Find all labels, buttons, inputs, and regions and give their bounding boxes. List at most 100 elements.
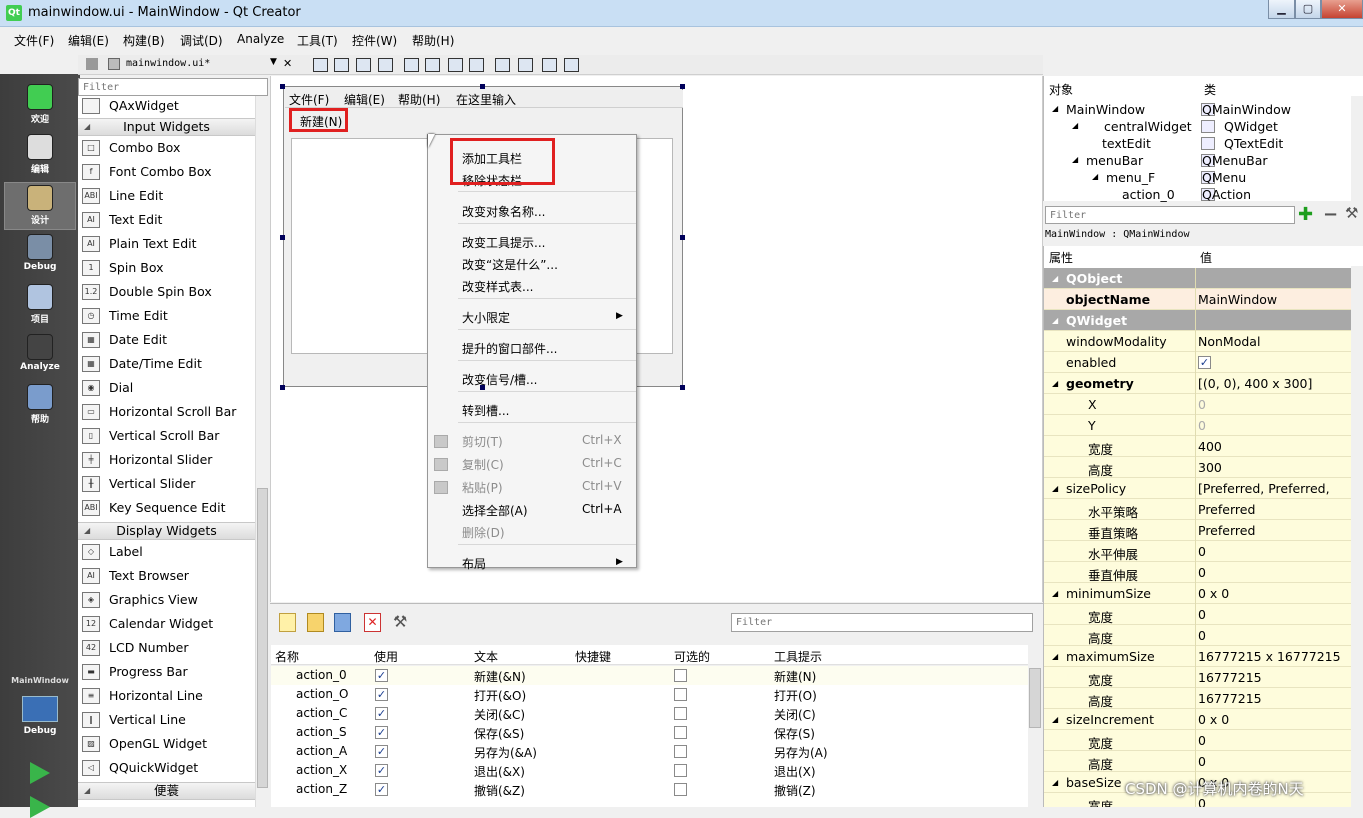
layout-vertical-icon[interactable] [425,58,440,72]
open-action-icon[interactable] [307,613,324,632]
used-checkbox[interactable]: ✓ [375,745,388,758]
category-misc[interactable]: 便蓑 [78,782,255,800]
checkable-checkbox[interactable] [674,726,687,739]
property-row[interactable]: 垂直策略 Preferred [1044,520,1352,541]
column-header[interactable]: 值 [1200,249,1212,266]
property-value[interactable]: 0 [1198,628,1206,643]
menu-item[interactable]: 帮助(H) [412,32,454,49]
edit-taborder-icon[interactable] [378,58,393,72]
property-value[interactable]: 0 [1198,754,1206,769]
property-row[interactable]: 高度 0 [1044,751,1352,772]
expand-arrow-icon[interactable]: ◢ [1092,172,1098,181]
add-property-icon[interactable]: ✚ [1298,204,1313,225]
property-row[interactable]: 水平策略 Preferred [1044,499,1352,520]
property-value[interactable]: Preferred [1198,502,1255,517]
widget-item[interactable]: ≡ Horizontal Line [78,684,255,708]
expand-arrow-icon[interactable]: ◢ [1052,778,1058,787]
menu-item[interactable]: 编辑(E) [68,32,109,49]
column-header[interactable]: 文本 [474,648,498,665]
table-row[interactable]: action_C ✓ 关闭(&C) 关闭(C) [271,704,1028,723]
menu-item[interactable]: 文件(F) [14,32,54,49]
menu-item[interactable]: 工具(T) [297,32,338,49]
object-tree-row[interactable]: action_0 QAction [1044,186,1349,203]
property-value[interactable]: 0 [1198,397,1206,412]
wrench-icon[interactable]: ⚒ [1345,204,1358,222]
layout-splitter-h-icon[interactable] [448,58,463,72]
widget-item[interactable]: ▨ OpenGL Widget [78,732,255,756]
form-menu-item[interactable]: 帮助(H) [398,91,440,108]
used-checkbox[interactable]: ✓ [375,688,388,701]
resize-handle[interactable] [680,235,685,240]
property-row[interactable]: 垂直伸展 0 [1044,562,1352,583]
property-row[interactable]: 高度 300 [1044,457,1352,478]
kit-selector[interactable] [22,696,58,722]
property-value[interactable]: 0 [1198,733,1206,748]
object-scrollbar[interactable] [1351,96,1363,201]
property-row[interactable]: ◢sizePolicy[Preferred, Preferred, 0,... [1044,478,1352,511]
context-menu-item[interactable]: 大小限定 [462,309,510,326]
checkable-checkbox[interactable] [674,764,687,777]
widget-item[interactable]: ‖ Vertical Line [78,708,255,732]
mode-design[interactable]: 设计 [4,182,76,230]
property-row[interactable]: ◢ maximumSize 16777215 x 16777215 [1044,646,1352,667]
property-row[interactable]: enabled ✓ [1044,352,1352,373]
delete-action-icon[interactable]: ✕ [364,613,381,632]
mode-qt-logo[interactable]: 欢迎 [4,82,76,130]
checkable-checkbox[interactable] [674,688,687,701]
widget-item[interactable]: AI Plain Text Edit [78,232,255,256]
expand-arrow-icon[interactable]: ◢ [1052,652,1058,661]
menu-item[interactable]: 构建(B) [123,32,165,49]
column-header[interactable]: 名称 [275,648,299,665]
table-row[interactable]: action_X ✓ 退出(&X) 退出(X) [271,761,1028,780]
checkable-checkbox[interactable] [674,707,687,720]
form-menu-item[interactable]: 在这里输入 [456,91,516,108]
category-input-widgets[interactable]: Input Widgets [78,118,255,136]
action-filter-input[interactable] [731,613,1033,632]
object-tree-row[interactable]: textEdit QTextEdit [1044,135,1349,152]
open-file-name[interactable]: mainwindow.ui* [126,58,210,69]
form-menu-bar[interactable]: 文件(F) 编辑(E) 帮助(H) 在这里输入 [285,90,683,108]
expand-arrow-icon[interactable]: ◢ [1072,155,1078,164]
used-checkbox[interactable]: ✓ [375,764,388,777]
column-header[interactable]: 使用 [374,648,398,665]
wrench-icon[interactable]: ⚒ [393,613,410,632]
property-row[interactable]: 高度 0 [1044,625,1352,646]
resize-handle[interactable] [480,84,485,89]
widget-item[interactable]: 1.2 Double Spin Box [78,280,255,304]
object-tree-row[interactable]: ◢ menuBar QMenuBar [1044,152,1349,169]
object-tree-row[interactable]: ◢ MainWindow QMainWindow [1044,101,1349,118]
expand-arrow-icon[interactable]: ◢ [1052,589,1058,598]
widget-item[interactable]: ◁ QQuickWidget [78,756,255,780]
column-header[interactable]: 类 [1204,81,1216,98]
context-menu-item[interactable]: 选择全部(A) [462,502,528,519]
property-row[interactable]: 高度 16777215 [1044,688,1352,709]
checkable-checkbox[interactable] [674,783,687,796]
run-icon[interactable] [30,762,50,784]
property-row[interactable]: windowModality NonModal [1044,331,1352,352]
copy-action-icon[interactable] [334,613,351,632]
widget-item-qaxwidget[interactable]: QAxWidget [78,96,255,118]
chevron-down-icon[interactable]: ▼ [270,57,277,67]
widget-item[interactable]: ╪ Horizontal Slider [78,448,255,472]
scroll-thumb[interactable] [257,488,268,788]
form-menu-item[interactable]: 文件(F) [289,91,329,108]
expand-arrow-icon[interactable]: ◢ [1052,274,1058,283]
used-checkbox[interactable]: ✓ [375,783,388,796]
context-menu-item[interactable]: 布局 [462,555,486,572]
property-value[interactable]: 16777215 x 16777215 [1198,649,1341,664]
property-value[interactable]: [(0, 0), 400 x 300] [1198,376,1312,391]
property-value[interactable]: MainWindow [1198,292,1277,307]
property-value[interactable]: Preferred [1198,523,1255,538]
resize-handle[interactable] [280,84,285,89]
category-display-widgets[interactable]: Display Widgets [78,522,255,540]
mode-debug[interactable]: Debug [4,232,76,280]
menu-item[interactable]: 调试(D) [180,32,223,49]
property-row[interactable]: objectName MainWindow [1044,289,1352,310]
resize-handle[interactable] [680,84,685,89]
layout-horizontal-icon[interactable] [404,58,419,72]
resize-handle[interactable] [480,385,485,390]
expand-arrow-icon[interactable]: ◢ [1052,316,1058,325]
object-tree-row[interactable]: ◢ centralWidget QWidget [1044,118,1349,135]
widget-item[interactable]: ABI Key Sequence Edit [78,496,255,520]
object-tree-row[interactable]: ◢ menu_F QMenu [1044,169,1349,186]
